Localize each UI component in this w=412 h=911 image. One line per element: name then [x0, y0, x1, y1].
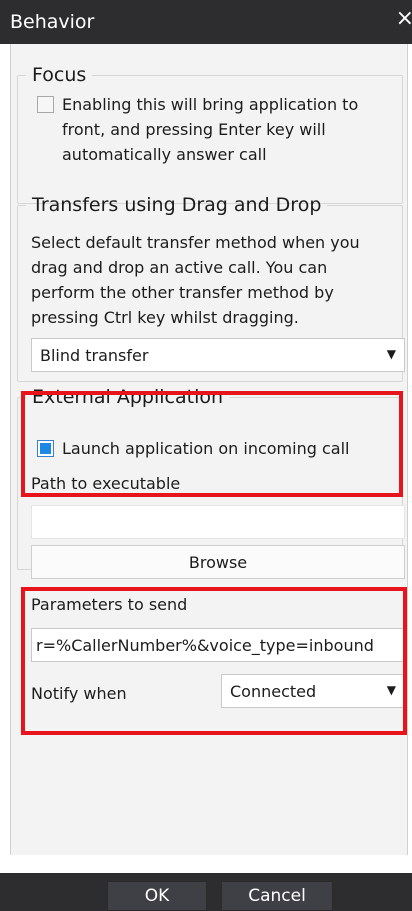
params-input[interactable]: r=%CallerNumber%&voice_type=inbound: [31, 628, 405, 662]
dialog-footer: OK Cancel: [0, 873, 412, 911]
chevron-down-icon: ▼: [386, 347, 396, 361]
title-bar: Behavior ×: [0, 0, 412, 44]
transfer-method-select[interactable]: Blind transfer ▼: [31, 338, 405, 372]
focus-label-line3: automatically answer call: [62, 145, 267, 164]
transfers-desc-line2: drag and drop an active call. You can: [31, 258, 328, 277]
ok-button[interactable]: OK: [107, 881, 207, 911]
focus-label-line2: front, and pressing Enter key will: [62, 120, 326, 139]
focus-checkbox[interactable]: [37, 96, 54, 113]
transfers-desc-line1: Select default transfer method when you: [31, 233, 360, 252]
params-label: Parameters to send: [31, 595, 188, 614]
window-title: Behavior: [10, 11, 95, 33]
browse-button[interactable]: Browse: [31, 545, 405, 579]
path-label: Path to executable: [31, 474, 181, 493]
close-icon[interactable]: ×: [396, 6, 412, 31]
notify-value: Connected: [230, 681, 317, 701]
transfers-legend: Transfers using Drag and Drop: [32, 194, 322, 216]
launch-checkbox-label: Launch application on incoming call: [62, 439, 350, 458]
focus-legend: Focus: [32, 64, 87, 86]
path-input[interactable]: [31, 505, 405, 539]
notify-select[interactable]: Connected ▼: [221, 674, 405, 708]
launch-checkbox[interactable]: [37, 440, 54, 457]
external-app-legend: External Application: [32, 386, 224, 408]
transfers-description: Select default transfer method when you …: [31, 230, 401, 330]
behavior-panel: Focus Enabling this will bring applicati…: [10, 44, 408, 855]
transfers-desc-line4: pressing Ctrl key whilst dragging.: [31, 308, 299, 327]
cancel-button[interactable]: Cancel: [221, 881, 333, 911]
transfers-desc-line3: perform the other transfer method by: [31, 283, 334, 302]
focus-checkbox-row[interactable]: Enabling this will bring application to …: [37, 92, 401, 167]
notify-label: Notify when: [31, 684, 127, 703]
transfer-method-value: Blind transfer: [40, 345, 149, 365]
focus-label-line1: Enabling this will bring application to: [62, 95, 359, 114]
chevron-down-icon: ▼: [386, 683, 396, 697]
launch-checkbox-row[interactable]: Launch application on incoming call: [37, 436, 401, 461]
focus-checkbox-label: Enabling this will bring application to …: [62, 92, 358, 167]
